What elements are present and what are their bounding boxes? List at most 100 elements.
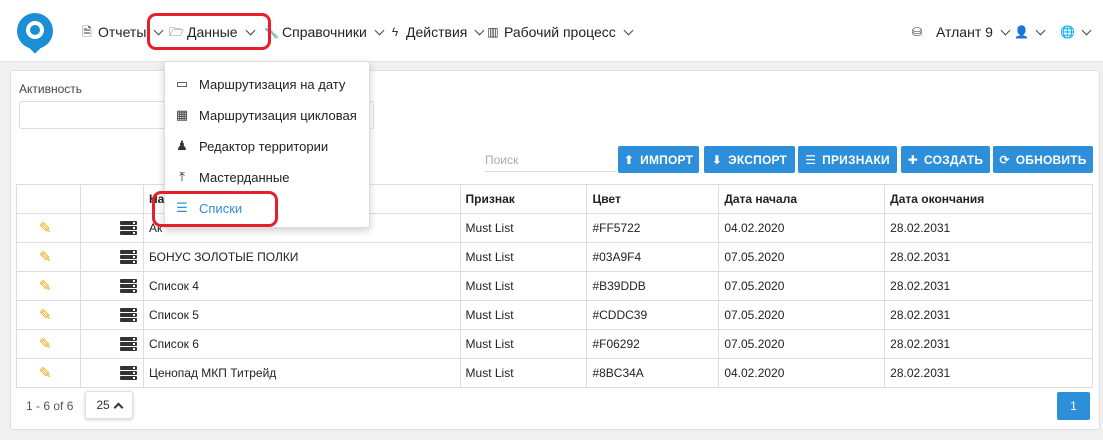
end-date-cell: 28.02.2031 bbox=[884, 358, 1093, 388]
export-button[interactable]: ⬇ ЭКСПОРТ bbox=[704, 146, 795, 173]
name-cell: БОНУС ЗОЛОТЫЕ ПОЛКИ bbox=[142, 242, 461, 272]
end-date-cell: 28.02.2031 bbox=[884, 300, 1093, 330]
highlight-menu-lists bbox=[152, 191, 278, 227]
export-label: ЭКСПОРТ bbox=[728, 152, 788, 167]
name-cell: Список 4 bbox=[142, 271, 461, 301]
start-date-cell: 04.02.2020 bbox=[718, 358, 886, 388]
create-label: СОЗДАТЬ bbox=[924, 152, 984, 167]
details-cell bbox=[79, 213, 144, 243]
pencil-icon[interactable]: ✎ bbox=[39, 364, 52, 382]
start-date-cell: 07.05.2020 bbox=[718, 271, 886, 301]
pencil-icon[interactable]: ✎ bbox=[39, 248, 52, 266]
name-cell: Ценопад МКП Титрейд bbox=[142, 358, 461, 388]
refresh-icon: ⟳ bbox=[999, 152, 1010, 167]
document-icon: 🗎 bbox=[82, 25, 92, 39]
globe-icon: 🌐 bbox=[1060, 25, 1075, 39]
end-date-cell: 28.02.2031 bbox=[884, 329, 1093, 359]
pencil-icon[interactable]: ✎ bbox=[39, 277, 52, 295]
pagination-info: 1 - 6 of 6 bbox=[26, 399, 74, 413]
menu-item-territory-editor[interactable]: ♟ Редактор территории bbox=[165, 132, 371, 160]
server-icon[interactable] bbox=[119, 365, 137, 381]
table-row: ✎ Список 5 Must List #CDDC39 07.05.2020 … bbox=[16, 300, 1093, 330]
server-icon[interactable] bbox=[119, 220, 137, 236]
workflow-icon: ▥ bbox=[487, 25, 499, 39]
page-button-current[interactable]: 1 bbox=[1057, 392, 1090, 420]
column-header-feature[interactable]: Признак bbox=[459, 184, 588, 214]
database-icon: ⛁ bbox=[911, 25, 923, 39]
features-button[interactable]: ☰ ПРИЗНАКИ bbox=[798, 146, 897, 173]
menu-item-routing-date[interactable]: ▭ Маршрутизация на дату bbox=[165, 70, 371, 98]
edit-cell: ✎ bbox=[16, 358, 81, 388]
server-icon[interactable] bbox=[119, 336, 137, 352]
nav-user[interactable]: 👤 bbox=[1014, 22, 1046, 42]
column-header-edit bbox=[16, 184, 81, 214]
details-cell bbox=[79, 300, 144, 330]
column-header-color[interactable]: Цвет bbox=[586, 184, 720, 214]
plus-icon: ✚ bbox=[907, 152, 919, 167]
feature-cell: Must List bbox=[459, 242, 588, 272]
feature-cell: Must List bbox=[459, 329, 588, 359]
end-date-cell: 28.02.2031 bbox=[884, 213, 1093, 243]
start-date-cell: 07.05.2020 bbox=[718, 300, 886, 330]
server-icon[interactable] bbox=[119, 249, 137, 265]
column-header-start-date[interactable]: Дата начала bbox=[718, 184, 886, 214]
nav-directories[interactable]: 🔧 Справочники bbox=[264, 22, 385, 42]
feature-cell: Must List bbox=[459, 358, 588, 388]
details-cell bbox=[79, 358, 144, 388]
menu-item-label: Маршрутизация на дату bbox=[199, 76, 346, 92]
column-header-end-date[interactable]: Дата окончания bbox=[884, 184, 1093, 214]
pencil-icon[interactable]: ✎ bbox=[39, 219, 52, 237]
refresh-button[interactable]: ⟳ ОБНОВИТЬ bbox=[993, 146, 1093, 173]
menu-item-master-data[interactable]: ⤒ Мастерданные bbox=[165, 163, 371, 191]
start-date-cell: 07.05.2020 bbox=[718, 242, 886, 272]
bolt-icon: ϟ bbox=[391, 25, 399, 39]
start-date-cell: 04.02.2020 bbox=[718, 213, 886, 243]
nav-actions[interactable]: ϟ Действия bbox=[388, 22, 485, 42]
import-button[interactable]: ⬆ ИМПОРТ bbox=[618, 146, 699, 173]
nav-workflow[interactable]: ▥ Рабочий процесс bbox=[486, 22, 634, 42]
name-cell: Список 6 bbox=[142, 329, 461, 359]
nav-reports-label: Отчеты bbox=[98, 24, 147, 40]
nav-directories-label: Справочники bbox=[282, 24, 367, 40]
pencil-icon[interactable]: ✎ bbox=[39, 335, 52, 353]
server-icon[interactable] bbox=[119, 278, 137, 294]
chevron-up-icon bbox=[113, 402, 124, 412]
chevron-down-icon bbox=[1035, 25, 1046, 35]
search-input[interactable]: Поиск bbox=[485, 150, 617, 172]
color-cell: #F06292 bbox=[586, 329, 720, 359]
nav-database[interactable]: ⛁ Атлант 9 bbox=[910, 22, 1011, 42]
color-cell: #8BC34A bbox=[586, 358, 720, 388]
menu-item-label: Редактор территории bbox=[199, 138, 329, 154]
chevron-down-icon bbox=[623, 25, 634, 35]
edit-cell: ✎ bbox=[16, 242, 81, 272]
refresh-label: ОБНОВИТЬ bbox=[1015, 152, 1087, 167]
calendar-icon: ▭ bbox=[175, 76, 189, 91]
person-pin-icon: ♟ bbox=[176, 138, 188, 153]
chevron-down-icon bbox=[374, 25, 385, 35]
start-date-cell: 07.05.2020 bbox=[718, 329, 886, 359]
chevron-down-icon bbox=[1000, 25, 1011, 35]
highlight-nav-data bbox=[147, 13, 271, 50]
color-cell: #03A9F4 bbox=[586, 242, 720, 272]
pencil-icon[interactable]: ✎ bbox=[39, 306, 52, 324]
menu-item-routing-cyclic[interactable]: ▦ Маршрутизация цикловая bbox=[165, 101, 371, 129]
page-size-select[interactable]: 25 bbox=[85, 391, 133, 419]
server-icon[interactable] bbox=[119, 307, 137, 323]
nav-database-label: Атлант 9 bbox=[936, 24, 993, 40]
create-button[interactable]: ✚ СОЗДАТЬ bbox=[901, 146, 990, 173]
details-cell bbox=[79, 329, 144, 359]
feature-cell: Must List bbox=[459, 300, 588, 330]
nav-workflow-label: Рабочий процесс bbox=[504, 24, 616, 40]
upload-icon: ⤒ bbox=[179, 169, 185, 184]
nav-language[interactable]: 🌐 bbox=[1060, 22, 1092, 42]
features-label: ПРИЗНАКИ bbox=[822, 152, 890, 167]
table-row: ✎ БОНУС ЗОЛОТЫЕ ПОЛКИ Must List #03A9F4 … bbox=[16, 242, 1093, 272]
details-cell bbox=[79, 242, 144, 272]
color-cell: #B39DDB bbox=[586, 271, 720, 301]
menu-item-label: Мастерданные bbox=[199, 169, 290, 185]
feature-cell: Must List bbox=[459, 213, 588, 243]
table-row: ✎ Список 4 Must List #B39DDB 07.05.2020 … bbox=[16, 271, 1093, 301]
user-icon: 👤 bbox=[1014, 25, 1029, 39]
chevron-down-icon bbox=[1081, 25, 1092, 35]
color-cell: #CDDC39 bbox=[586, 300, 720, 330]
